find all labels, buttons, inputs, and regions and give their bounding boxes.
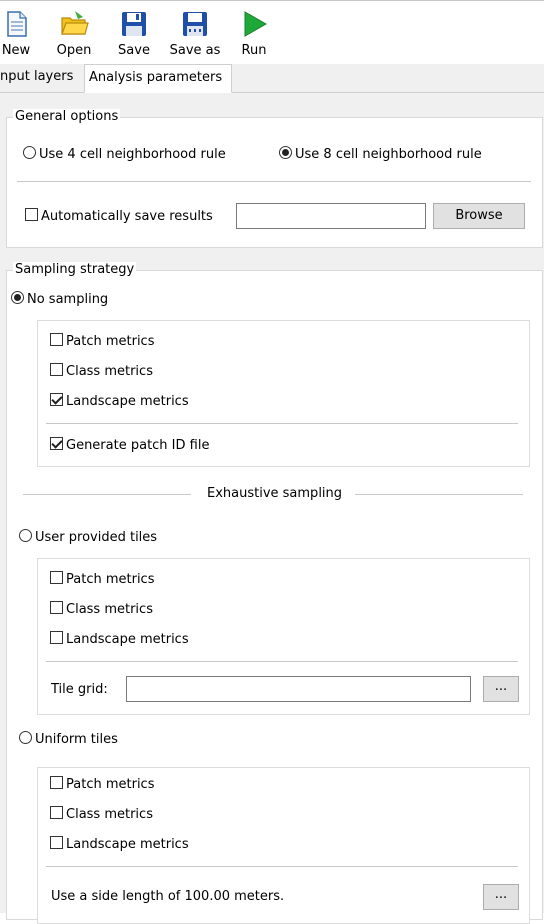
auto-save-checkbox[interactable]: Automatically save results (25, 208, 213, 226)
save-path-input[interactable] (236, 203, 426, 229)
sampling-strategy-title: Sampling strategy (13, 262, 137, 278)
uniform-tiles-class-box[interactable] (50, 806, 63, 819)
uniform-tiles-landscape-box[interactable] (50, 836, 63, 849)
user-tiles-patch-label: Patch metrics (66, 572, 155, 587)
toolbar: New Open Save Save as Run (0, 0, 544, 65)
uniform-tiles-radio[interactable]: Uniform tiles (19, 731, 118, 749)
uniform-tiles-radio-circle[interactable] (19, 731, 32, 744)
user-tiles-patch-metrics[interactable]: Patch metrics (50, 571, 154, 589)
sampling-strategy-group: Sampling strategy No sampling Patch metr… (6, 262, 543, 924)
run-label: Run (241, 43, 267, 58)
side-length-text: Use a side length of 100.00 meters. (51, 889, 285, 904)
uniform-tiles-patch-box[interactable] (50, 776, 63, 789)
save-as-label: Save as (169, 43, 221, 58)
tile-grid-browse-button[interactable]: ... (483, 676, 519, 702)
side-length-settings-button[interactable]: ... (483, 884, 519, 910)
tab-input-layers-label: nput layers (0, 69, 74, 84)
save-as-icon (183, 12, 207, 36)
no-sampling-patch-label: Patch metrics (66, 334, 155, 349)
exhaustive-sampling-label: Exhaustive sampling (207, 486, 343, 501)
tab-analysis-parameters-label: Analysis parameters (89, 70, 223, 85)
user-tiles-class-label: Class metrics (66, 602, 153, 617)
auto-save-label: Automatically save results (41, 209, 213, 224)
user-tiles-divider (46, 661, 518, 662)
save-label: Save (118, 43, 150, 58)
save-button[interactable]: Save (114, 1, 154, 63)
no-sampling-divider (46, 423, 518, 424)
user-tiles-radio-circle[interactable] (19, 529, 32, 542)
uniform-tiles-class-metrics[interactable]: Class metrics (50, 806, 153, 824)
uniform-tiles-label: Uniform tiles (35, 732, 118, 747)
new-label: New (1, 43, 31, 58)
rule-4-radio-circle[interactable] (23, 146, 36, 159)
rule-4-radio[interactable]: Use 4 cell neighborhood rule (23, 146, 226, 164)
auto-save-box[interactable] (25, 208, 38, 221)
user-tiles-patch-box[interactable] (50, 571, 63, 584)
run-button[interactable]: Run (236, 1, 272, 63)
user-tiles-landscape-label: Landscape metrics (66, 632, 189, 647)
tab-bar: nput layers Analysis parameters (0, 64, 544, 93)
rule-8-radio[interactable]: Use 8 cell neighborhood rule (279, 146, 482, 164)
user-tiles-options: Patch metrics Class metrics Landscape me… (37, 558, 530, 715)
rule-8-label: Use 8 cell neighborhood rule (295, 147, 482, 162)
browse-button[interactable]: Browse (433, 203, 525, 229)
play-icon (244, 11, 268, 37)
generate-patch-id-checkbox[interactable]: Generate patch ID file (50, 437, 209, 455)
uniform-tiles-options: Patch metrics Class metrics Landscape me… (37, 767, 530, 924)
no-sampling-patch-metrics[interactable]: Patch metrics (50, 333, 154, 351)
exhaustive-divider-right (355, 494, 523, 495)
general-options-title: General options (13, 109, 121, 125)
general-divider (17, 181, 531, 182)
generate-patch-id-label: Generate patch ID file (66, 438, 210, 453)
user-tiles-class-box[interactable] (50, 601, 63, 614)
uniform-tiles-divider (46, 866, 518, 867)
no-sampling-landscape-box[interactable] (50, 393, 63, 406)
user-tiles-landscape-metrics[interactable]: Landscape metrics (50, 631, 189, 649)
tile-grid-label: Tile grid: (51, 682, 108, 697)
rule-8-radio-circle[interactable] (279, 146, 292, 159)
open-label: Open (56, 43, 92, 58)
tile-grid-input[interactable] (126, 676, 471, 702)
uniform-tiles-landscape-label: Landscape metrics (66, 837, 189, 852)
no-sampling-radio[interactable]: No sampling (11, 291, 108, 309)
open-folder-icon (61, 11, 89, 35)
new-file-icon (7, 11, 27, 37)
floppy-disk-icon (122, 12, 146, 36)
no-sampling-class-label: Class metrics (66, 364, 153, 379)
uniform-tiles-class-label: Class metrics (66, 807, 153, 822)
tab-analysis-parameters[interactable]: Analysis parameters (84, 64, 232, 93)
open-button[interactable]: Open (51, 1, 97, 63)
no-sampling-class-metrics[interactable]: Class metrics (50, 363, 153, 381)
no-sampling-landscape-label: Landscape metrics (66, 394, 189, 409)
no-sampling-label: No sampling (27, 292, 109, 307)
no-sampling-patch-box[interactable] (50, 333, 63, 346)
uniform-tiles-patch-label: Patch metrics (66, 777, 155, 792)
tab-input-layers[interactable]: nput layers (0, 64, 84, 91)
rule-4-label: Use 4 cell neighborhood rule (39, 147, 226, 162)
save-as-button[interactable]: Save as (165, 1, 225, 63)
user-tiles-landscape-box[interactable] (50, 631, 63, 644)
no-sampling-class-box[interactable] (50, 363, 63, 376)
no-sampling-landscape-metrics[interactable]: Landscape metrics (50, 393, 189, 411)
analysis-parameters-panel: General options Use 4 cell neighborhood … (0, 93, 544, 924)
user-tiles-label: User provided tiles (35, 530, 158, 545)
new-button[interactable]: New (0, 1, 32, 63)
uniform-tiles-patch-metrics[interactable]: Patch metrics (50, 776, 154, 794)
user-tiles-radio[interactable]: User provided tiles (19, 529, 157, 547)
no-sampling-radio-circle[interactable] (11, 291, 24, 304)
uniform-tiles-landscape-metrics[interactable]: Landscape metrics (50, 836, 189, 854)
general-options-group: General options Use 4 cell neighborhood … (6, 109, 543, 248)
no-sampling-options: Patch metrics Class metrics Landscape me… (37, 320, 530, 467)
user-tiles-class-metrics[interactable]: Class metrics (50, 601, 153, 619)
exhaustive-divider-left (23, 494, 191, 495)
generate-patch-id-box[interactable] (50, 437, 63, 450)
